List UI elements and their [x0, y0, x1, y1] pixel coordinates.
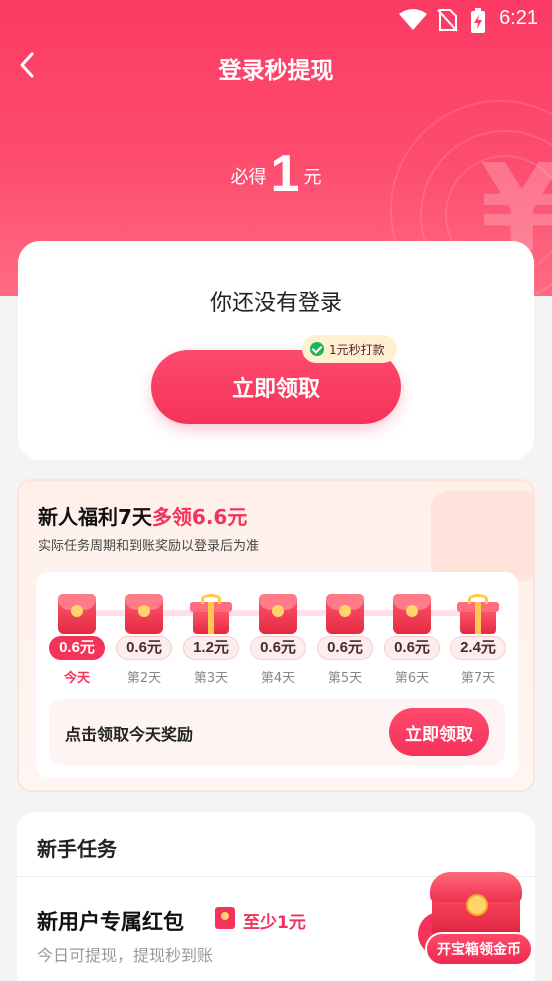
day-amount: 0.6元	[317, 636, 373, 660]
status-time: 6:21	[499, 7, 538, 29]
title-bar: 登录秒提现	[0, 40, 552, 90]
instant-payout-label: 1元秒打款	[329, 342, 385, 357]
task-description: 今日可提现，提现秒到账	[37, 946, 214, 965]
claim-today-text: 点击领取今天奖励	[65, 725, 194, 744]
wifi-icon	[399, 9, 427, 30]
status-bar: 6:21	[0, 0, 552, 40]
welfare-title-highlight: 多领6.6元	[151, 505, 248, 529]
hero-amount: 必得1 元	[0, 144, 552, 204]
day-item-6[interactable]: 0.6元 第6天	[379, 594, 445, 686]
battery-charging-icon	[471, 8, 485, 33]
day-amount: 1.2元	[183, 636, 239, 660]
day-amount: 0.6元	[384, 636, 440, 660]
day-item-2[interactable]: 0.6元 第2天	[111, 594, 177, 686]
login-message: 你还没有登录	[209, 291, 342, 316]
daily-reward-panel: 0.6元 今天 0.6元 第2天 1.2元 第3天 0.6元 第4天 0.6元 …	[36, 572, 518, 778]
hero-unit: 元	[303, 167, 322, 188]
day-amount: 0.6元	[116, 636, 172, 660]
welfare-title-main: 新人福利7天	[38, 505, 152, 529]
open-chest-button[interactable]: 开宝箱领金币	[425, 932, 533, 966]
hero-amount-value: 1	[270, 145, 300, 203]
day-item-1[interactable]: 0.6元 今天	[44, 594, 110, 686]
red-envelope-icon	[58, 594, 96, 634]
day-item-5[interactable]: 0.6元 第5天	[312, 594, 378, 686]
day-label: 第4天	[260, 671, 296, 686]
task-section-title: 新手任务	[37, 837, 117, 861]
claim-today-button[interactable]: 立即领取	[389, 708, 489, 756]
gift-box-icon	[457, 594, 499, 634]
red-envelope-icon	[215, 907, 235, 929]
claim-today-row: 点击领取今天奖励 立即领取	[49, 699, 505, 765]
task-name: 新用户专属红包	[37, 910, 184, 934]
red-envelope-icon	[259, 594, 297, 634]
task-reward: 至少1元	[243, 913, 306, 933]
decor-checkmark-icon	[431, 491, 533, 581]
hero-prefix: 必得	[230, 167, 267, 188]
page-title: 登录秒提现	[218, 58, 334, 84]
welfare-subtitle: 实际任务周期和到账奖励以登录后为准	[38, 539, 260, 554]
red-envelope-icon	[125, 594, 163, 634]
day-amount: 0.6元	[49, 636, 105, 660]
red-envelope-icon	[393, 594, 431, 634]
red-envelope-icon	[326, 594, 364, 634]
day-label: 第7天	[460, 671, 496, 686]
no-sim-icon	[437, 9, 458, 32]
day-item-7[interactable]: 2.4元 第7天	[445, 594, 511, 686]
day-label: 第5天	[327, 671, 363, 686]
day-label: 今天	[63, 671, 90, 686]
day-item-4[interactable]: 0.6元 第4天	[245, 594, 311, 686]
gift-box-icon	[190, 594, 232, 634]
day-amount: 0.6元	[250, 636, 306, 660]
day-amount: 2.4元	[450, 636, 506, 660]
day-item-3[interactable]: 1.2元 第3天	[178, 594, 244, 686]
day-label: 第6天	[394, 671, 430, 686]
day-label: 第2天	[126, 671, 162, 686]
check-icon	[310, 342, 324, 356]
day-label: 第3天	[193, 671, 229, 686]
login-card: 你还没有登录 立即领取 1元秒打款	[18, 241, 534, 460]
welfare-title: 新人福利7天多领6.6元	[38, 501, 247, 530]
instant-payout-tag: 1元秒打款	[302, 335, 397, 363]
newbie-welfare-card: 新人福利7天多领6.6元 实际任务周期和到账奖励以登录后为准 0.6元 今天 0…	[17, 479, 535, 792]
